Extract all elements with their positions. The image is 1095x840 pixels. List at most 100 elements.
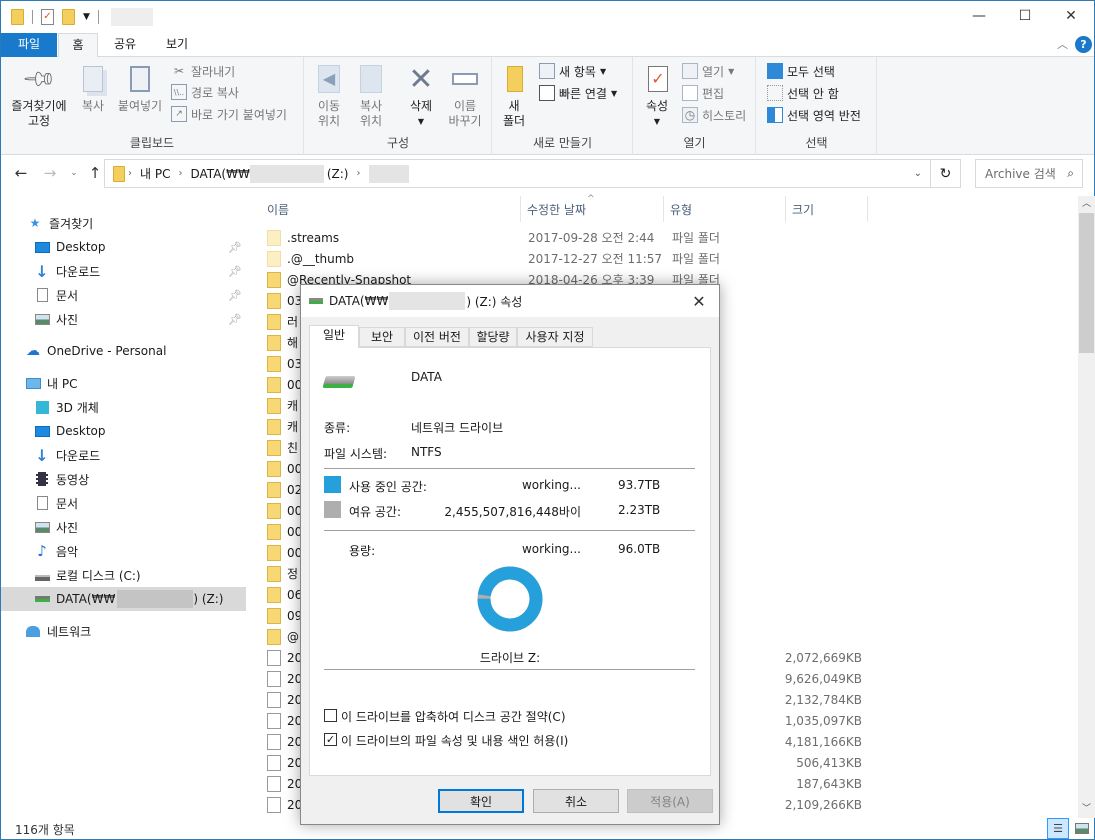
- star-icon: ★: [29, 216, 41, 230]
- nav-data-drive-z[interactable]: DATA(₩₩) (Z:): [1, 587, 246, 611]
- paste-shortcut-button[interactable]: ↗ 바로 가기 붙여넣기: [171, 104, 287, 124]
- pin-icon[interactable]: 📌︎: [228, 313, 242, 326]
- nav-quick-pictures[interactable]: 사진 📌︎: [1, 307, 246, 331]
- file-list-row[interactable]: .streams 2017-09-28 오전 2:44 파일 폴더: [267, 227, 1067, 248]
- scroll-up-icon[interactable]: ︿: [1078, 196, 1095, 213]
- column-header-size[interactable]: 크기: [786, 196, 868, 222]
- close-icon: ✕: [1065, 8, 1077, 24]
- vertical-scrollbar[interactable]: ︿ ﹀: [1078, 196, 1095, 818]
- nav-music[interactable]: ♪ 음악: [1, 539, 246, 563]
- folder-icon: [267, 502, 281, 519]
- minimize-button[interactable]: —: [956, 1, 1002, 31]
- history-button[interactable]: ◷ 히스토리: [682, 105, 746, 125]
- dialog-tab-quota[interactable]: 할당량: [469, 327, 517, 347]
- address-bar[interactable]: › 내 PC › DATA(₩₩ (Z:) › ⌄: [104, 159, 931, 188]
- nav-onedrive[interactable]: ☁ OneDrive - Personal: [1, 339, 246, 363]
- copy-to-button[interactable]: 복사 위치: [353, 63, 389, 129]
- easy-access-button[interactable]: 빠른 연결 ▼: [539, 83, 617, 103]
- dialog-tab-customize[interactable]: 사용자 지정: [517, 327, 593, 347]
- delete-button[interactable]: ✕ 삭제 ▼: [401, 63, 441, 129]
- forward-button[interactable]: →: [40, 164, 60, 184]
- cancel-button[interactable]: 취소: [533, 789, 619, 813]
- dialog-tab-general[interactable]: 일반: [309, 325, 359, 348]
- allow-indexing-checkbox[interactable]: ✓: [324, 733, 337, 746]
- drive-name-field[interactable]: DATA: [411, 370, 442, 384]
- compress-drive-label[interactable]: 이 드라이브를 압축하여 디스크 공간 절약(C): [341, 708, 566, 725]
- paste-button[interactable]: 붙여넣기: [115, 63, 165, 114]
- column-header-name[interactable]: 이름: [261, 196, 521, 222]
- tab-file[interactable]: 파일: [1, 33, 57, 57]
- new-item-button[interactable]: 새 항목 ▼: [539, 61, 606, 81]
- pin-to-quick-access-button[interactable]: 📌︎ 즐겨찾기에 고정: [7, 60, 71, 129]
- new-folder-quick-icon[interactable]: [62, 9, 75, 25]
- help-icon[interactable]: ?: [1075, 36, 1092, 53]
- nav-downloads[interactable]: ↓ 다운로드: [1, 443, 246, 467]
- pin-icon[interactable]: 📌︎: [228, 289, 242, 302]
- breadcrumb-this-pc[interactable]: 내 PC: [140, 165, 170, 182]
- invert-selection-button[interactable]: 선택 영역 반전: [767, 105, 861, 125]
- column-header-modified[interactable]: 수정한 날짜 ^: [521, 194, 664, 222]
- nav-quick-access[interactable]: ★ 즐겨찾기: [1, 211, 246, 235]
- nav-videos[interactable]: 동영상: [1, 467, 246, 491]
- nav-network[interactable]: 네트워크: [1, 619, 246, 643]
- dialog-tab-previous-versions[interactable]: 이전 버전: [405, 327, 469, 347]
- pin-icon[interactable]: 📌︎: [228, 265, 242, 278]
- nav-quick-desktop[interactable]: Desktop 📌︎: [1, 235, 246, 259]
- allow-indexing-label[interactable]: 이 드라이브의 파일 속성 및 내용 색인 허용(I): [341, 732, 568, 749]
- properties-button[interactable]: ✓ 속성 ▼: [642, 63, 672, 129]
- tab-share[interactable]: 공유: [104, 33, 146, 57]
- file-list-row[interactable]: .@__thumb 2017-12-27 오전 11:57 파일 폴더: [267, 248, 1067, 269]
- compress-drive-checkbox[interactable]: [324, 709, 337, 722]
- column-header-type[interactable]: 유형: [664, 196, 786, 222]
- nav-this-pc[interactable]: 내 PC: [1, 371, 246, 395]
- breadcrumb-data-drive[interactable]: DATA(₩₩: [190, 167, 249, 181]
- customize-toolbar-icon[interactable]: ▼: [83, 12, 90, 22]
- network-drive-icon: [34, 591, 50, 607]
- dialog-close-button[interactable]: ✕: [685, 287, 713, 315]
- nav-3d-objects[interactable]: 3D 개체: [1, 395, 246, 419]
- properties-quick-icon[interactable]: ✓: [41, 9, 54, 25]
- dialog-tab-security[interactable]: 보안: [359, 327, 405, 347]
- search-box[interactable]: Archive 검색 ⌕: [975, 159, 1083, 188]
- cut-button[interactable]: ✂ 잘라내기: [171, 61, 235, 81]
- copy-path-button[interactable]: \\.. 경로 복사: [171, 82, 239, 102]
- tab-view[interactable]: 보기: [156, 33, 198, 57]
- details-view-button[interactable]: ☰: [1047, 818, 1069, 839]
- nav-local-disk-c[interactable]: 로컬 디스크 (C:): [1, 563, 246, 587]
- used-space-label: 사용 중인 공간:: [349, 480, 427, 494]
- apply-button[interactable]: 적용(A): [627, 789, 713, 813]
- open-button[interactable]: 열기 ▼: [682, 61, 734, 81]
- nav-quick-documents[interactable]: 문서 📌︎: [1, 283, 246, 307]
- nav-desktop[interactable]: Desktop: [1, 419, 246, 443]
- scrollbar-thumb[interactable]: [1079, 213, 1094, 353]
- nav-pictures[interactable]: 사진: [1, 515, 246, 539]
- move-to-button[interactable]: ◀ 이동 위치: [311, 63, 347, 129]
- select-all-button[interactable]: 모두 선택: [767, 61, 835, 81]
- maximize-button[interactable]: ☐: [1002, 1, 1048, 31]
- recent-locations-button[interactable]: ⌄: [64, 168, 84, 188]
- easy-access-label: 빠른 연결: [559, 86, 607, 101]
- address-history-dropdown-icon[interactable]: ⌄: [914, 168, 922, 179]
- nav-label: 음악: [56, 544, 79, 559]
- close-button[interactable]: ✕: [1048, 1, 1094, 31]
- search-input[interactable]: Archive 검색: [985, 165, 1056, 182]
- nav-documents[interactable]: 문서: [1, 491, 246, 515]
- scroll-down-icon[interactable]: ﹀: [1078, 801, 1095, 818]
- collapse-ribbon-icon[interactable]: ︿: [1057, 36, 1068, 52]
- breadcrumb-masked-folder[interactable]: [369, 164, 410, 183]
- large-icons-view-button[interactable]: [1071, 818, 1093, 839]
- refresh-button[interactable]: ↻: [931, 159, 961, 188]
- nav-quick-downloads[interactable]: ↓ 다운로드 📌︎: [1, 259, 246, 283]
- edit-button[interactable]: 편집: [682, 83, 724, 103]
- breadcrumb-drive-letter[interactable]: (Z:): [327, 167, 349, 181]
- divider: [324, 468, 695, 469]
- up-button[interactable]: ↑: [85, 164, 105, 184]
- copy-button[interactable]: 복사: [75, 63, 111, 114]
- ok-button[interactable]: 확인: [438, 789, 524, 813]
- tab-home[interactable]: 홈: [58, 33, 98, 58]
- back-button[interactable]: ←: [11, 164, 31, 184]
- pin-icon[interactable]: 📌︎: [228, 241, 242, 254]
- rename-button[interactable]: 이름 바꾸기: [445, 63, 485, 129]
- new-folder-button[interactable]: 새 폴더: [499, 63, 529, 129]
- select-none-button[interactable]: 선택 안 함: [767, 83, 839, 103]
